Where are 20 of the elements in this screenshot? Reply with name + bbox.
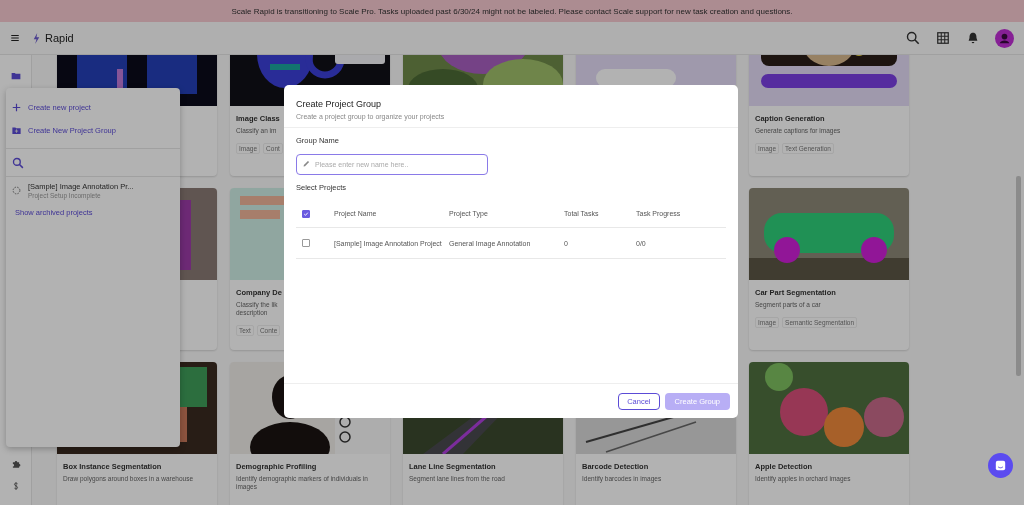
search-field[interactable] (6, 148, 180, 177)
row-checkbox[interactable] (302, 239, 310, 247)
puzzle-icon[interactable] (10, 459, 21, 469)
banner-text: Scale Rapid is transitioning to Scale Pro. Tasks uploaded past 6/30/24 might not be labeled. Please contact Scale support for new task creation and questions. (231, 6, 793, 16)
pencil-icon (303, 160, 310, 167)
bell-icon[interactable] (966, 31, 980, 45)
dialog-title: Create Project Group (296, 99, 383, 109)
avatar-icon[interactable] (995, 28, 1014, 48)
select-all-checkbox[interactable] (302, 209, 310, 218)
folder-plus-icon (12, 126, 21, 135)
app-name: Rapid (45, 32, 74, 44)
search-icon[interactable] (906, 31, 920, 45)
dashed-circle-icon (12, 186, 21, 195)
lightning-icon (33, 32, 40, 44)
chat-icon (993, 458, 1008, 473)
grid-icon[interactable] (936, 31, 950, 45)
menu-icon[interactable] (10, 33, 20, 43)
plus-icon (12, 103, 21, 112)
search-icon (12, 156, 24, 169)
folder-icon[interactable] (10, 71, 21, 81)
